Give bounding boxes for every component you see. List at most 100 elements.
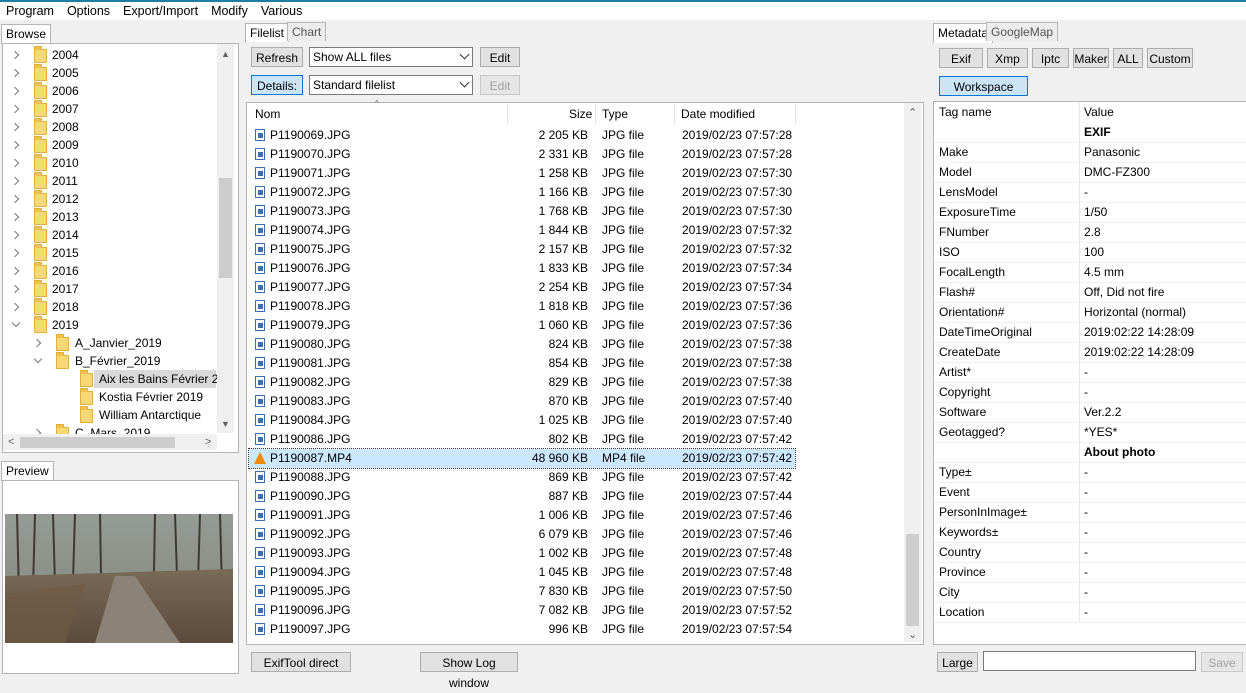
metadata-row[interactable]: Make Panasonic (935, 142, 1246, 163)
chevron-right-icon[interactable] (32, 338, 42, 348)
table-row[interactable]: P1190073.JPG 1 768 KB JPG file 2019/02/23 0… (249, 202, 795, 221)
table-row[interactable]: P1190093.JPG 1 002 KB JPG file 2019/02/23 0… (249, 544, 795, 563)
tree-scroll-left-icon[interactable]: < (8, 436, 14, 448)
table-row[interactable]: P1190075.JPG 2 157 KB JPG file 2019/02/23 0… (249, 240, 795, 259)
tree-scroll-thumb[interactable] (219, 178, 232, 278)
table-row[interactable]: P1190095.JPG 7 830 KB JPG file 2019/02/23 0… (249, 582, 795, 601)
menu-various[interactable]: Various (255, 2, 309, 20)
chevron-right-icon[interactable] (10, 212, 20, 222)
table-row[interactable]: P1190072.JPG 1 166 KB JPG file 2019/02/23 0… (249, 183, 795, 202)
exiftool-direct-button[interactable]: ExifTool direct (251, 652, 351, 672)
chevron-right-icon[interactable] (10, 284, 20, 294)
filelist-scroll-down-icon[interactable]: ⌄ (908, 628, 917, 641)
table-row[interactable]: P1190081.JPG 854 KB JPG file 2019/02/23 07:… (249, 354, 795, 373)
edit-filter-button[interactable]: Edit (480, 47, 520, 67)
custom-button[interactable]: Custom (1147, 48, 1193, 68)
table-row[interactable]: P1190087.MP4 48 960 KB MP4 file 2019/02/23 … (248, 448, 796, 469)
metadata-edit-input[interactable] (983, 651, 1196, 671)
menu-program[interactable]: Program (0, 2, 61, 20)
metadata-row[interactable]: Event - (935, 482, 1246, 503)
chevron-right-icon[interactable] (10, 266, 20, 276)
metadata-row[interactable]: Copyright - (935, 382, 1246, 403)
metadata-row[interactable]: Type± - (935, 462, 1246, 483)
save-button[interactable]: Save (1201, 652, 1243, 672)
chevron-right-icon[interactable] (10, 50, 20, 60)
col-header-size[interactable]: Size (569, 107, 592, 121)
metadata-row[interactable]: PersonInImage± - (935, 502, 1246, 523)
tree-item-sub[interactable]: B_Février_2019 (30, 352, 216, 370)
iptc-button[interactable]: Iptc (1032, 48, 1069, 68)
table-row[interactable]: P1190090.JPG 887 KB JPG file 2019/02/23 07:… (249, 487, 795, 506)
metadata-row[interactable]: CreateDate 2019:02:22 14:28:09 (935, 342, 1246, 363)
metadata-row[interactable]: FNumber 2.8 (935, 222, 1246, 243)
tree-item-2017[interactable]: 2017 (8, 280, 213, 298)
col-header-date[interactable]: Date modified (681, 107, 755, 121)
tree-item-sub[interactable]: William Antarctique (54, 406, 216, 424)
tree-item-2004[interactable]: 2004 (8, 46, 213, 64)
col-header-type[interactable]: Type (602, 107, 628, 121)
tree-hscroll-thumb[interactable] (20, 437, 175, 448)
tree-item-2016[interactable]: 2016 (8, 262, 213, 280)
col-header-value[interactable]: Value (1084, 102, 1114, 122)
all-button[interactable]: ALL (1113, 48, 1143, 68)
chevron-right-icon[interactable] (10, 230, 20, 240)
tree-item-2013[interactable]: 2013 (8, 208, 213, 226)
table-row[interactable]: P1190070.JPG 2 331 KB JPG file 2019/02/23 0… (249, 145, 795, 164)
table-row[interactable]: P1190077.JPG 2 254 KB JPG file 2019/02/23 0… (249, 278, 795, 297)
chevron-right-icon[interactable] (10, 122, 20, 132)
chevron-right-icon[interactable] (10, 86, 20, 96)
table-row[interactable]: P1190084.JPG 1 025 KB JPG file 2019/02/23 0… (249, 411, 795, 430)
metadata-row[interactable]: Model DMC-FZ300 (935, 162, 1246, 183)
xmp-button[interactable]: Xmp (987, 48, 1028, 68)
table-row[interactable]: P1190088.JPG 869 KB JPG file 2019/02/23 07:… (249, 468, 795, 487)
menu-modify[interactable]: Modify (205, 2, 255, 20)
maker-button[interactable]: Maker (1073, 48, 1109, 68)
table-row[interactable]: P1190074.JPG 1 844 KB JPG file 2019/02/23 0… (249, 221, 795, 240)
table-row[interactable]: P1190079.JPG 1 060 KB JPG file 2019/02/23 0… (249, 316, 795, 335)
tree-item-2012[interactable]: 2012 (8, 190, 213, 208)
table-row[interactable]: P1190086.JPG 802 KB JPG file 2019/02/23 07:… (249, 430, 795, 449)
metadata-row[interactable]: Geotagged? *YES* (935, 422, 1246, 443)
tree-item-2018[interactable]: 2018 (8, 298, 213, 316)
tab-googlemap[interactable]: GoogleMap (986, 22, 1059, 41)
edit-details-button[interactable]: Edit (480, 75, 520, 95)
chevron-right-icon[interactable] (10, 104, 20, 114)
tree-scroll-up-icon[interactable]: ▲ (221, 49, 230, 59)
tree-item-2019[interactable]: 2019 (8, 316, 213, 334)
metadata-row[interactable]: LensModel - (935, 182, 1246, 203)
chevron-right-icon[interactable] (10, 302, 20, 312)
tree-item-sub[interactable]: A_Janvier_2019 (30, 334, 216, 352)
metadata-row[interactable]: Keywords± - (935, 522, 1246, 543)
metadata-section-header[interactable]: EXIF (935, 122, 1246, 143)
chevron-right-icon[interactable] (10, 176, 20, 186)
menu-options[interactable]: Options (61, 2, 117, 20)
metadata-row[interactable]: Orientation# Horizontal (normal) (935, 302, 1246, 323)
large-button[interactable]: Large (937, 652, 978, 672)
table-row[interactable]: P1190097.JPG 996 KB JPG file 2019/02/23 07:… (249, 620, 795, 639)
tree-scroll-down-icon[interactable]: ▼ (221, 419, 230, 429)
chevron-right-icon[interactable] (10, 248, 20, 258)
table-row[interactable]: P1190078.JPG 1 818 KB JPG file 2019/02/23 0… (249, 297, 795, 316)
table-row[interactable]: P1190080.JPG 824 KB JPG file 2019/02/23 07:… (249, 335, 795, 354)
metadata-row[interactable]: ExposureTime 1/50 (935, 202, 1246, 223)
chevron-right-icon[interactable] (10, 68, 20, 78)
metadata-row[interactable]: DateTimeOriginal 2019:02:22 14:28:09 (935, 322, 1246, 343)
table-row[interactable]: P1190076.JPG 1 833 KB JPG file 2019/02/23 0… (249, 259, 795, 278)
details-select[interactable]: Standard filelist (309, 75, 473, 95)
metadata-row[interactable]: City - (935, 582, 1246, 603)
tab-chart[interactable]: Chart (287, 22, 327, 41)
table-row[interactable]: P1190096.JPG 7 082 KB JPG file 2019/02/23 0… (249, 601, 795, 620)
tree-item-2010[interactable]: 2010 (8, 154, 213, 172)
tree-item-2015[interactable]: 2015 (8, 244, 213, 262)
refresh-button[interactable]: Refresh (251, 47, 303, 67)
table-row[interactable]: P1190069.JPG 2 205 KB JPG file 2019/02/23 0… (249, 126, 795, 145)
table-row[interactable]: P1190094.JPG 1 045 KB JPG file 2019/02/23 0… (249, 563, 795, 582)
tree-item-sub[interactable]: Kostia Février 2019 (54, 388, 216, 406)
tree-item-2008[interactable]: 2008 (8, 118, 213, 136)
details-button[interactable]: Details: (251, 75, 303, 95)
table-row[interactable]: P1190091.JPG 1 006 KB JPG file 2019/02/23 0… (249, 506, 795, 525)
metadata-row[interactable]: Software Ver.2.2 (935, 402, 1246, 423)
chevron-right-icon[interactable] (10, 194, 20, 204)
tree-item-2006[interactable]: 2006 (8, 82, 213, 100)
workspace-button[interactable]: Workspace (939, 76, 1028, 96)
